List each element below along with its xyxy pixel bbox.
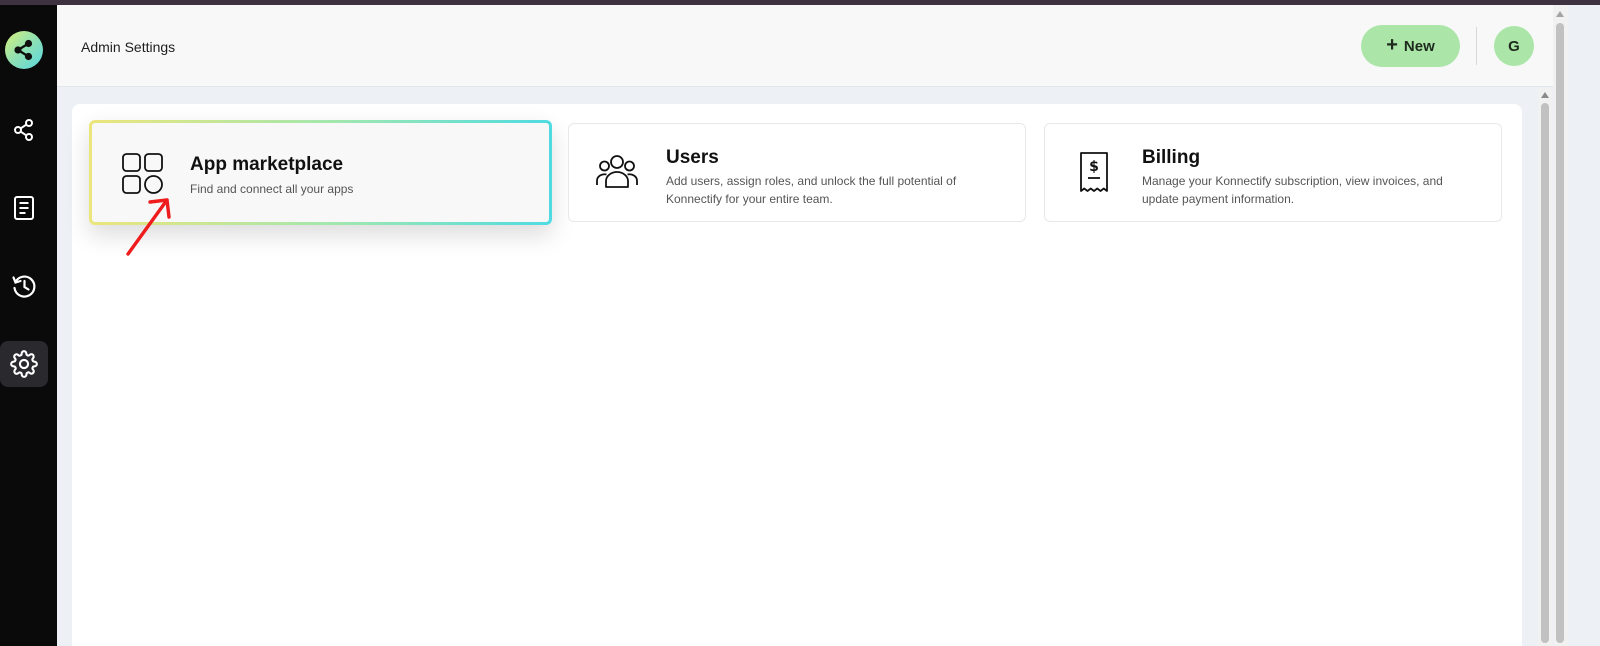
users-icon <box>596 155 638 188</box>
sidebar <box>0 5 57 646</box>
svg-text:$: $ <box>1089 159 1099 175</box>
card-billing[interactable]: $ Billing Manage your Konnectify subscri… <box>1044 123 1502 222</box>
scroll-up-arrow-icon[interactable] <box>1541 92 1549 98</box>
card-description: Add users, assign roles, and unlock the … <box>666 174 957 206</box>
gear-icon <box>10 350 38 378</box>
avatar[interactable]: G <box>1494 26 1534 66</box>
content-scrollbar[interactable] <box>1538 88 1552 646</box>
card-title: App marketplace <box>190 154 344 175</box>
card-users[interactable]: Users Add users, assign roles, and unloc… <box>568 123 1026 222</box>
sidebar-item-documents[interactable] <box>0 185 48 231</box>
scrollbar-thumb[interactable] <box>1541 103 1549 643</box>
logo-share-icon <box>14 39 33 61</box>
card-description: Find and connect all your apps <box>190 182 354 196</box>
page-title: Admin Settings <box>81 39 176 55</box>
new-button[interactable]: + New <box>1361 25 1460 67</box>
page-scrollbar[interactable] <box>1553 5 1568 646</box>
top-header: Admin Settings + New G <box>57 5 1568 87</box>
card-title: Users <box>666 147 719 168</box>
annotation-arrow-icon <box>126 198 171 256</box>
scroll-up-arrow-icon[interactable] <box>1556 11 1564 17</box>
card-title: Billing <box>1142 147 1201 168</box>
header-divider <box>1476 27 1477 65</box>
scrollbar-thumb[interactable] <box>1556 23 1564 643</box>
history-icon <box>12 275 36 298</box>
new-button-label: New <box>1403 37 1435 55</box>
plus-icon: + <box>1386 34 1398 56</box>
document-icon <box>14 196 34 220</box>
share-icon <box>14 119 33 141</box>
card-description: Manage your Konnectify subscription, vie… <box>1142 174 1443 206</box>
sidebar-item-workflows[interactable] <box>0 107 48 153</box>
receipt-icon: $ <box>1080 152 1108 192</box>
sidebar-item-settings[interactable] <box>0 341 48 387</box>
app-logo[interactable] <box>5 31 43 69</box>
sidebar-item-history[interactable] <box>0 263 48 309</box>
